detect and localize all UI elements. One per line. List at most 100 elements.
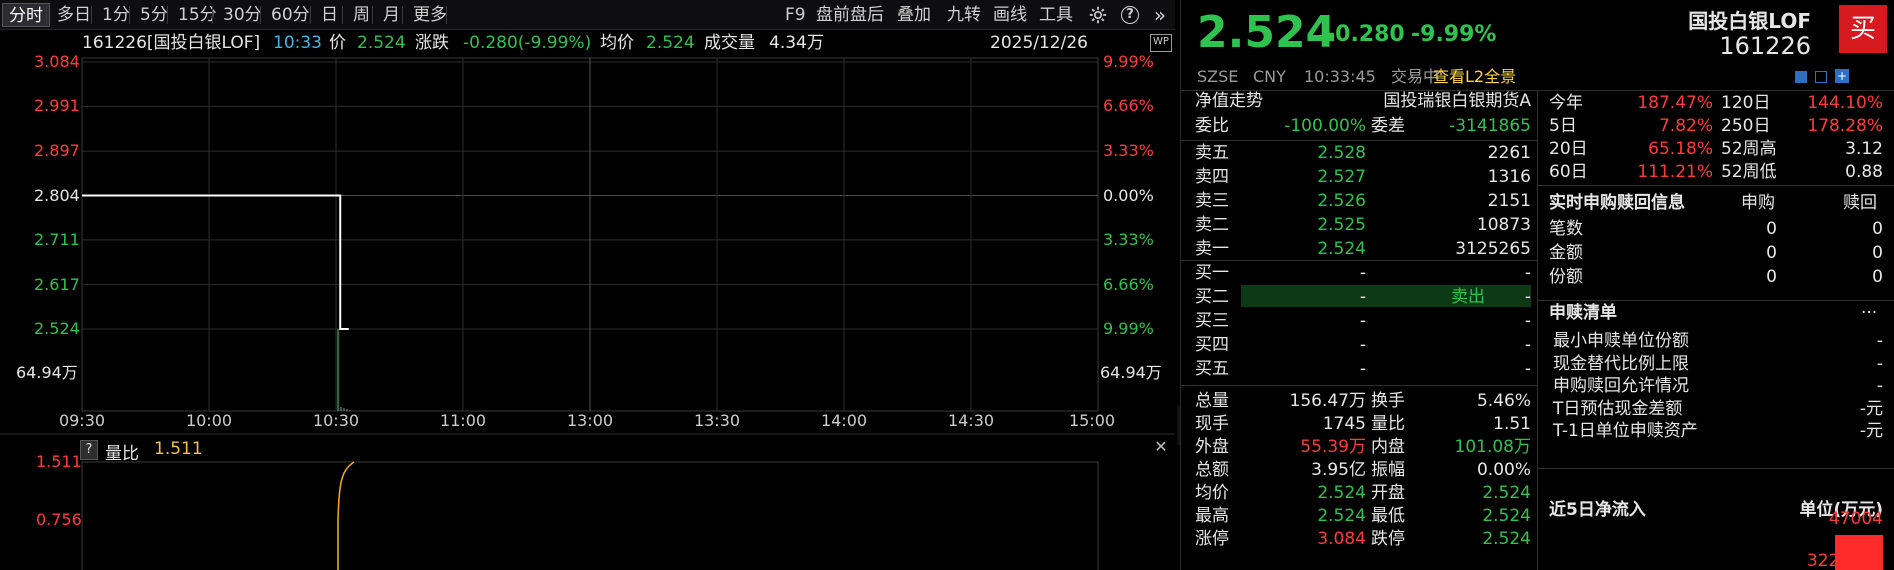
sell-level-price[interactable]: 2.524 [1281,238,1366,260]
redeem-row-value: -元 [1859,421,1883,441]
l2-link[interactable]: 查看L2全景 [1433,66,1516,88]
y-label-right: 6.66% [1103,96,1154,116]
y-label-right: 3.33% [1103,141,1154,161]
x-tick-label: 14:00 [820,411,868,430]
buy-level-price[interactable]: - [1281,358,1366,380]
fund-full-name: 国投瑞银白银期货A [1383,91,1531,111]
stat-value: 55.39万 [1300,437,1366,457]
sell-level-price[interactable]: 2.525 [1281,214,1366,236]
y-label-left: 3.084 [34,52,80,71]
stat-value: 3.084 [1317,529,1366,549]
ratio-label: 委比 [1195,116,1229,136]
stat-value: 1745 [1322,414,1366,434]
perf-label: 250日 [1721,116,1771,136]
lower-y-label-top: 1.511 [36,452,82,471]
x-tick-label: 14:30 [947,411,995,430]
buy-level-volume: - [1524,335,1531,355]
sell-level-volume: 2261 [1487,143,1531,163]
perf-value: 7.82% [1658,116,1713,136]
stat-label: 最高 [1195,506,1229,526]
volume-label-right: 64.94万 [1100,363,1162,382]
stat-label: 总额 [1195,460,1229,480]
volume-ratio-line [337,461,355,570]
perf-value: 178.28% [1807,116,1883,136]
stat-value: 2.524 [1482,506,1531,526]
sell-action-button[interactable]: 卖出 [1451,286,1485,308]
perf-label: 60日 [1549,162,1588,182]
redeem-row-label: T-1日单位申赎资产 [1553,421,1698,441]
stat-label: 总量 [1195,391,1229,411]
buy-button[interactable]: 买 [1839,5,1887,53]
intraday-chart[interactable] [0,0,1180,570]
quote-panel: 2.524 -0.280 -9.99% 国投白银LOF 161226 买 SZS… [1180,0,1894,570]
y-label-left: 2.897 [34,141,80,161]
stat-value: 156.47万 [1289,391,1366,411]
redeem-list-title: 申赎清单 [1549,303,1617,323]
stat-value: 5.46% [1476,391,1531,411]
indicator-help-icon[interactable]: ? [80,440,98,460]
stat-label: 涨停 [1195,529,1229,549]
fund-code: 161226 [1719,32,1811,60]
sell-level-volume: 1316 [1487,167,1531,187]
diff-value: -3141865 [1449,116,1531,136]
redeem-col-header: 赎回 [1843,193,1877,213]
indicator-title[interactable]: 量比 [105,439,139,464]
y-label-left: 2.617 [34,274,80,294]
stat-label: 均价 [1195,483,1229,503]
sell-level-label: 卖一 [1195,239,1229,259]
sell-level-price[interactable]: 2.526 [1281,190,1366,212]
sell-level-price[interactable]: 2.527 [1281,166,1366,188]
buy-level-volume: - [1524,263,1531,283]
redeem-row-label: T日预估现金差额 [1553,398,1683,419]
market-code: SZSE [1197,67,1239,86]
add-icon[interactable]: + [1835,69,1849,83]
sell-level-volume: 3125265 [1455,239,1531,259]
redeem-row-label: 最小申赎单位份额 [1553,331,1689,351]
sub-col-header: 申购 [1741,193,1775,213]
buy-level-price[interactable]: - [1281,334,1366,356]
y-label-right: 3.33% [1103,229,1154,249]
perf-value: 111.21% [1637,162,1713,182]
lower-frame [81,461,1099,570]
window-icon[interactable] [1815,71,1827,83]
last-price: 2.524 [1197,7,1337,58]
stat-value: 101.08万 [1454,437,1531,457]
price-change: -0.280 [1326,22,1405,47]
stat-value: 0.00% [1476,460,1531,480]
y-label-right: 9.99% [1103,319,1154,338]
redeem-row-value: - [1876,376,1883,396]
y-label-left: 2.804 [34,185,80,205]
stat-value: 1.51 [1493,414,1531,434]
buy-level-price[interactable]: - [1281,286,1366,308]
y-label-right: 0.00% [1103,185,1154,205]
edit-icon[interactable] [1795,71,1807,83]
buy-level-price[interactable]: - [1281,310,1366,332]
buy-level-label: 买五 [1195,359,1229,379]
redeem-row-value: - [1876,331,1883,351]
redeem-list-more-icon[interactable]: ··· [1861,302,1877,324]
perf-label: 52周高 [1721,139,1777,159]
stat-value: 2.524 [1317,506,1366,526]
buy-level-price[interactable]: - [1281,262,1366,284]
buy-level-volume: - [1524,311,1531,331]
lower-y-label-mid: 0.756 [36,510,82,529]
sub-row-red: 0 [1872,243,1883,263]
stat-label: 外盘 [1195,437,1229,457]
perf-value: 144.10% [1807,93,1883,113]
perf-label: 5日 [1549,116,1577,136]
perf-value: 65.18% [1648,139,1713,159]
indicator-value: 1.511 [154,439,203,459]
redeem-row-label: 现金替代比例上限 [1553,353,1689,374]
fund-name: 国投白银LOF [1688,9,1811,33]
buy-level-label: 买二 [1195,287,1229,307]
stat-value: 3.95亿 [1311,460,1366,480]
nav-trend-label[interactable]: 净值走势 [1195,90,1263,112]
sell-level-volume: 10873 [1476,215,1531,235]
perf-value: 3.12 [1845,139,1883,159]
sell-level-price[interactable]: 2.528 [1281,142,1366,164]
close-indicator-icon[interactable]: ✕ [1151,437,1171,457]
stat-value: 2.524 [1482,529,1531,549]
stat-value: 2.524 [1317,483,1366,503]
stat-label: 开盘 [1371,483,1405,503]
clock: 10:33:45 [1304,67,1376,86]
